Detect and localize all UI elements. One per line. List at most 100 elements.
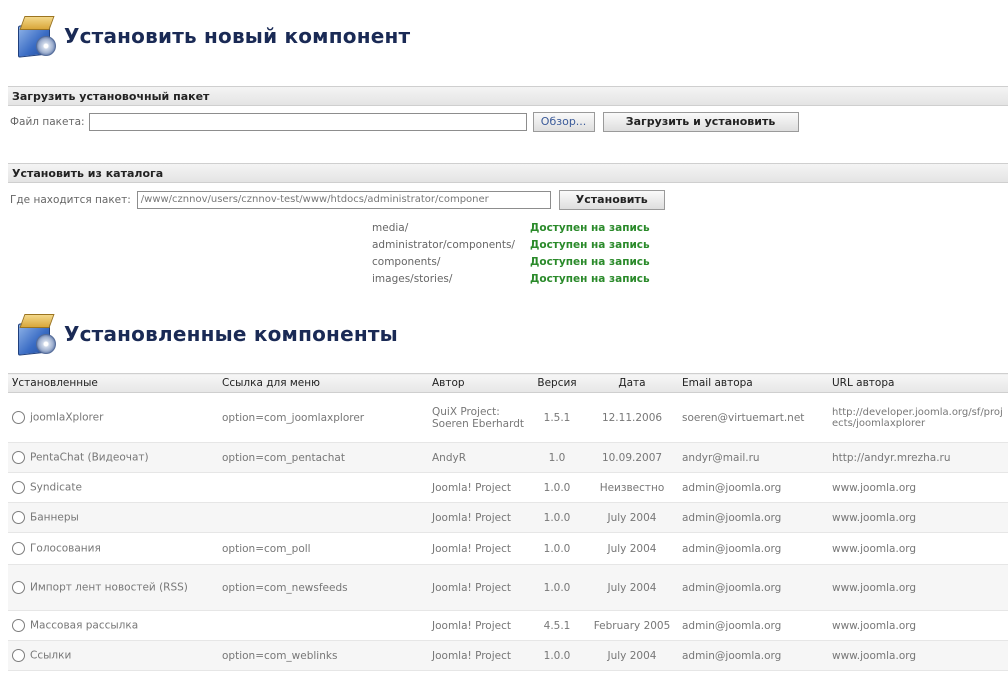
author: AndyR xyxy=(428,442,528,473)
date: Неизвестно xyxy=(586,472,678,503)
date: February 2005 xyxy=(586,610,678,641)
author-url[interactable]: http://developer.joomla.org/sf/projects/… xyxy=(828,392,1008,443)
permission-status: Доступен на запись xyxy=(530,222,650,234)
column-header[interactable]: URL автора xyxy=(828,373,1008,393)
install-header: Установить новый компонент xyxy=(14,14,410,58)
email: admin@joomla.org xyxy=(678,640,828,671)
date: 10.09.2007 xyxy=(586,442,678,473)
email: admin@joomla.org xyxy=(678,502,828,533)
select-radio[interactable] xyxy=(12,542,25,555)
table-row: Голосования option=com_poll Joomla! Proj… xyxy=(8,532,1008,565)
date: July 2004 xyxy=(586,502,678,533)
table-row: Импорт лент новостей (RSS) option=com_ne… xyxy=(8,564,1008,611)
select-radio[interactable] xyxy=(12,451,25,464)
component-name: Массовая рассылка xyxy=(30,619,139,632)
author: Joomla! Project xyxy=(428,502,528,533)
permission-row: components/Доступен на запись xyxy=(372,255,650,269)
table-header-row: Установленные Ссылка для меню Автор Верс… xyxy=(8,373,1008,393)
select-radio[interactable] xyxy=(12,649,25,662)
menu-link xyxy=(218,472,428,503)
permission-status: Доступен на запись xyxy=(530,239,650,251)
permission-status: Доступен на запись xyxy=(530,273,650,285)
path-input[interactable]: /www/cznnov/users/cznnov-test/www/htdocs… xyxy=(136,191,551,209)
components-table: Установленные Ссылка для меню Автор Верс… xyxy=(8,373,1008,671)
column-header[interactable]: Email автора xyxy=(678,373,828,393)
upload-install-button[interactable]: Загрузить и установить xyxy=(602,112,799,132)
menu-link: option=com_poll xyxy=(218,532,428,565)
permission-dir: images/stories/ xyxy=(372,273,453,285)
date: 12.11.2006 xyxy=(586,392,678,443)
column-header[interactable]: Автор xyxy=(428,373,528,393)
version: 1.0.0 xyxy=(528,640,586,671)
author-url[interactable]: www.joomla.org xyxy=(828,564,1008,611)
column-header[interactable]: Версия xyxy=(528,373,586,393)
menu-link: option=com_pentachat xyxy=(218,442,428,473)
file-label: Файл пакета: xyxy=(10,116,85,128)
email: admin@joomla.org xyxy=(678,564,828,611)
permission-dir: components/ xyxy=(372,256,441,268)
component-name: Баннеры xyxy=(30,511,79,524)
table-row: Syndicate Joomla! Project 1.0.0 Неизвест… xyxy=(8,472,1008,503)
email: admin@joomla.org xyxy=(678,472,828,503)
component-name: Импорт лент новостей (RSS) xyxy=(30,581,188,594)
author: Joomla! Project xyxy=(428,472,528,503)
table-row: PentaChat (Видеочат) option=com_pentacha… xyxy=(8,442,1008,473)
version: 1.0.0 xyxy=(528,502,586,533)
upload-row: Файл пакета: Обзор... Загрузить и устано… xyxy=(10,112,799,132)
menu-link xyxy=(218,502,428,533)
browse-button[interactable]: Обзор... xyxy=(532,112,595,132)
author-url[interactable]: http://andyr.mrezha.ru xyxy=(828,442,1008,473)
author: Joomla! Project xyxy=(428,564,528,611)
version: 1.0.0 xyxy=(528,564,586,611)
from-dir-row: Где находится пакет: /www/cznnov/users/c… xyxy=(10,190,665,210)
author: Joomla! Project xyxy=(428,640,528,671)
menu-link: option=com_joomlaxplorer xyxy=(218,392,428,443)
author-url[interactable]: www.joomla.org xyxy=(828,472,1008,503)
author-url[interactable]: www.joomla.org xyxy=(828,502,1008,533)
select-radio[interactable] xyxy=(12,511,25,524)
author-url[interactable]: www.joomla.org xyxy=(828,610,1008,641)
date: July 2004 xyxy=(586,532,678,565)
date: July 2004 xyxy=(586,564,678,611)
version: 1.0.0 xyxy=(528,532,586,565)
select-radio[interactable] xyxy=(12,619,25,632)
menu-link: option=com_newsfeeds xyxy=(218,564,428,611)
select-radio[interactable] xyxy=(12,481,25,494)
package-icon xyxy=(14,14,58,58)
version: 1.0.0 xyxy=(528,472,586,503)
select-radio[interactable] xyxy=(12,581,25,594)
installed-header: Установленные компоненты xyxy=(14,312,398,356)
select-radio[interactable] xyxy=(12,411,25,424)
date: July 2004 xyxy=(586,640,678,671)
permission-status: Доступен на запись xyxy=(530,256,650,268)
table-row: Массовая рассылка Joomla! Project 4.5.1 … xyxy=(8,610,1008,641)
author: Joomla! Project xyxy=(428,610,528,641)
column-header[interactable]: Ссылка для меню xyxy=(218,373,428,393)
path-label: Где находится пакет: xyxy=(10,194,131,206)
email: admin@joomla.org xyxy=(678,610,828,641)
author: QuiX Project: Soeren Eberhardt xyxy=(428,392,528,443)
permission-row: media/Доступен на запись xyxy=(372,221,650,235)
permission-dir: media/ xyxy=(372,222,409,234)
permission-row: images/stories/Доступен на запись xyxy=(372,272,650,286)
permission-row: administrator/components/Доступен на зап… xyxy=(372,238,650,252)
component-name: Ссылки xyxy=(30,649,72,662)
package-icon xyxy=(14,312,58,356)
upload-section-label: Загрузить установочный пакет xyxy=(8,86,1008,106)
column-header[interactable]: Установленные xyxy=(8,373,218,393)
menu-link: option=com_weblinks xyxy=(218,640,428,671)
component-name: joomlaXplorer xyxy=(30,411,104,424)
install-title: Установить новый компонент xyxy=(64,24,411,48)
menu-link xyxy=(218,610,428,641)
email: soeren@virtuemart.net xyxy=(678,392,828,443)
table-row: joomlaXplorer option=com_joomlaxplorer Q… xyxy=(8,392,1008,443)
installed-title: Установленные компоненты xyxy=(64,322,398,346)
install-button[interactable]: Установить xyxy=(558,190,665,210)
version: 1.0 xyxy=(528,442,586,473)
column-header[interactable]: Дата xyxy=(586,373,678,393)
version: 4.5.1 xyxy=(528,610,586,641)
author-url[interactable]: www.joomla.org xyxy=(828,532,1008,565)
author-url[interactable]: www.joomla.org xyxy=(828,640,1008,671)
file-input[interactable] xyxy=(88,113,527,131)
author: Joomla! Project xyxy=(428,532,528,565)
